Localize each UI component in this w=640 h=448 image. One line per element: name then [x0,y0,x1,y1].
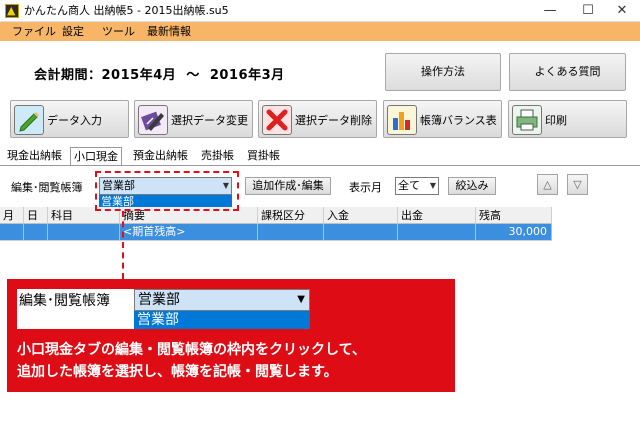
highlight-frame [95,171,239,211]
grid-header: 月 日 科目 摘要 課税区分 入金 出金 残高 [0,207,552,224]
callout-line-2: 追加した帳簿を選択し、帳簿を記帳・閲覧します。 [17,364,338,380]
col-income[interactable]: 入金 [324,207,398,224]
callout-book-select: 営業部 ▼ [134,289,310,311]
col-month[interactable]: 月 [0,207,24,224]
period-start: 2015年4月 [101,68,177,83]
menu-latest-info[interactable]: 最新情報 [147,24,191,39]
delete-selected-label: 選択データ削除 [295,114,372,127]
cell-account [48,224,120,240]
narrow-button[interactable]: 絞込み [448,177,496,195]
col-expense[interactable]: 出金 [398,207,476,224]
cell-month [0,224,24,240]
callout-box: 編集･閲覧帳簿 営業部 ▼ 営業部 小口現金タブの編集・閲覧帳簿の枠内をクリック… [7,279,455,392]
cell-balance: 30,000 [476,224,552,240]
print-button[interactable]: 印刷 [508,100,627,138]
move-up-button[interactable]: △ [537,174,558,195]
window-title: かんたん商人 出納帳5 - 2015出納帳.su5 [24,4,229,17]
balance-sheet-label: 帳簿バランス表 [420,114,497,127]
add-edit-button[interactable]: 追加作成･編集 [245,177,331,195]
callout-line-1: 小口現金タブの編集・閲覧帳簿の枠内をクリックして、 [17,342,366,358]
balance-sheet-button[interactable]: 帳簿バランス表 [383,100,502,138]
cell-tax-class [258,224,324,240]
chevron-down-icon: ▼ [297,294,305,305]
tab-petty-cash[interactable]: 小口現金 [70,147,122,166]
tab-payables[interactable]: 買掛帳 [244,147,283,166]
data-entry-label: データ入力 [47,114,102,127]
close-button[interactable]: ✕ [602,0,640,22]
cell-income [324,224,398,240]
app-icon: ▲ [5,4,19,18]
callout-book-option: 営業部 [134,311,310,329]
edit-data-icon [138,105,168,135]
period-end: 2016年3月 [209,68,285,83]
move-down-button[interactable]: ▽ [567,174,588,195]
period-separator: 〜 [186,68,200,83]
month-select-value: 全て [398,179,420,192]
col-tax-class[interactable]: 課税区分 [258,207,324,224]
edit-selected-label: 選択データ変更 [171,114,248,127]
data-entry-button[interactable]: データ入力 [10,100,129,138]
menu-bar: ファイル 設定 ツール 最新情報 [0,22,640,41]
month-label: 表示月 [349,181,382,194]
delete-x-icon [262,105,292,135]
period-label: 会計期間： [34,68,102,83]
minimize-button[interactable]: — [530,0,570,22]
col-day[interactable]: 日 [24,207,48,224]
cell-description: <期首残高> [120,224,258,240]
col-balance[interactable]: 残高 [476,207,552,224]
callout-zoom: 編集･閲覧帳簿 営業部 ▼ 営業部 [17,289,310,329]
bar-chart-icon [387,105,417,135]
tab-divider [0,165,640,166]
printer-icon [512,105,542,135]
print-label: 印刷 [545,114,567,127]
title-bar: ▲ かんたん商人 出納帳5 - 2015出納帳.su5 — ☐ ✕ [0,0,640,22]
pencil-icon [14,105,44,135]
edit-selected-button[interactable]: 選択データ変更 [134,100,253,138]
grid-divider [0,240,552,241]
cell-day [24,224,48,240]
delete-selected-button[interactable]: 選択データ削除 [258,100,377,138]
accounting-period: 会計期間：2015年4月 〜 2016年3月 [34,64,285,83]
callout-book-label: 編集･閲覧帳簿 [19,293,110,309]
callout-book-value: 営業部 [138,292,180,308]
tab-cash-ledger[interactable]: 現金出納帳 [4,147,65,166]
howto-button[interactable]: 操作方法 [385,53,501,91]
chevron-down-icon: ▼ [429,181,436,190]
tab-receivables[interactable]: 売掛帳 [198,147,237,166]
month-select[interactable]: 全て ▼ [395,177,439,195]
cell-expense [398,224,476,240]
menu-settings[interactable]: 設定 [62,24,84,39]
menu-tools[interactable]: ツール [102,24,135,39]
menu-file[interactable]: ファイル [12,24,56,39]
callout-instructions: 小口現金タブの編集・閲覧帳簿の枠内をクリックして、 追加した帳簿を選択し、帳簿を… [17,339,447,383]
faq-button[interactable]: よくある質問 [509,53,626,91]
table-row[interactable]: <期首残高> 30,000 [0,224,552,240]
book-label: 編集･閲覧帳簿 [11,181,83,194]
tab-deposit-ledger[interactable]: 預金出納帳 [130,147,191,166]
callout-connector [122,211,124,279]
